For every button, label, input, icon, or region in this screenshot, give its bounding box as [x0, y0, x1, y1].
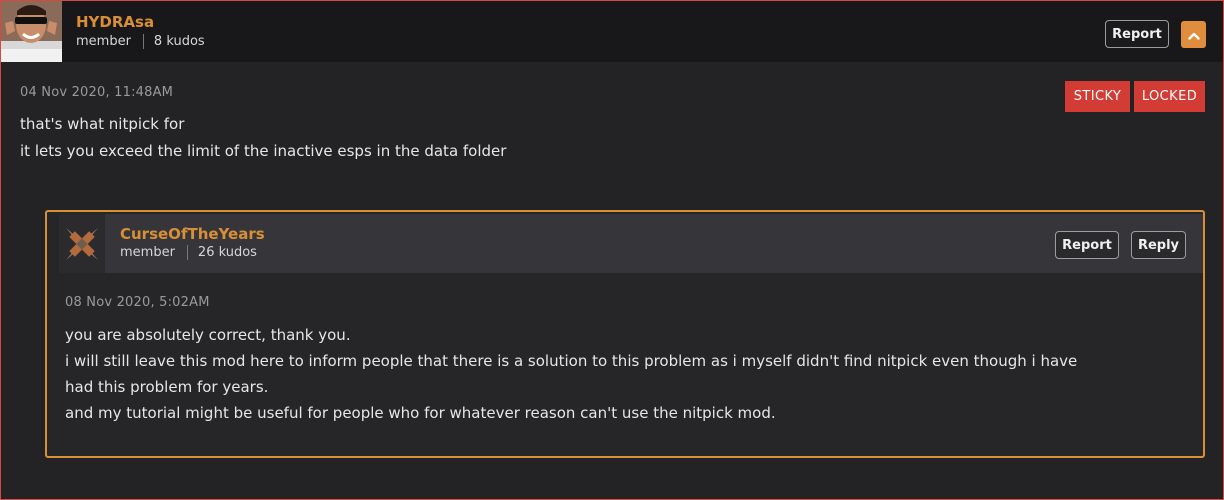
reply-line: i will still leave this mod here to info…: [65, 352, 1078, 370]
avatar[interactable]: [59, 214, 105, 273]
user-role: member: [76, 34, 131, 49]
reply-comment: CurseOfTheYears member 26 kudos Report Re…: [45, 210, 1205, 458]
divider: [186, 245, 188, 260]
user-role: member: [120, 245, 175, 260]
user-meta: member 26 kudos: [120, 245, 257, 260]
post-body: that's what nitpick for it lets you exce…: [20, 111, 506, 165]
reply-line: you are absolutely correct, thank you.: [65, 326, 351, 344]
reply-button[interactable]: Reply: [1131, 231, 1186, 259]
avatar[interactable]: [1, 1, 62, 62]
collapse-button[interactable]: [1181, 21, 1206, 48]
sticky-badge: STICKY: [1065, 81, 1130, 112]
chevron-up-icon: [1187, 25, 1200, 44]
post-header: HYDRAsa member 8 kudos Report: [1, 1, 1223, 62]
post-line: it lets you exceed the limit of the inac…: [20, 142, 507, 160]
report-button[interactable]: Report: [1055, 231, 1119, 259]
comment-thread: HYDRAsa member 8 kudos Report 04 Nov 2020…: [0, 0, 1224, 500]
reply-body: you are absolutely correct, thank you. i…: [65, 322, 1077, 426]
report-button[interactable]: Report: [1105, 20, 1169, 48]
reply-line: had this problem for years.: [65, 378, 269, 396]
reply-header: CurseOfTheYears member 26 kudos Report Re…: [59, 214, 1203, 273]
post-date: 04 Nov 2020, 11:48AM: [20, 85, 174, 100]
kudos-count: 26 kudos: [197, 245, 257, 260]
reply-date: 08 Nov 2020, 5:02AM: [65, 295, 210, 310]
locked-badge: LOCKED: [1134, 81, 1205, 112]
kudos-count: 8 kudos: [153, 34, 205, 49]
reply-line: and my tutorial might be useful for peop…: [65, 404, 776, 422]
post-line: that's what nitpick for: [20, 115, 185, 133]
divider: [142, 34, 144, 49]
username[interactable]: CurseOfTheYears: [120, 225, 265, 243]
username[interactable]: HYDRAsa: [76, 13, 154, 31]
user-meta: member 8 kudos: [76, 34, 205, 49]
